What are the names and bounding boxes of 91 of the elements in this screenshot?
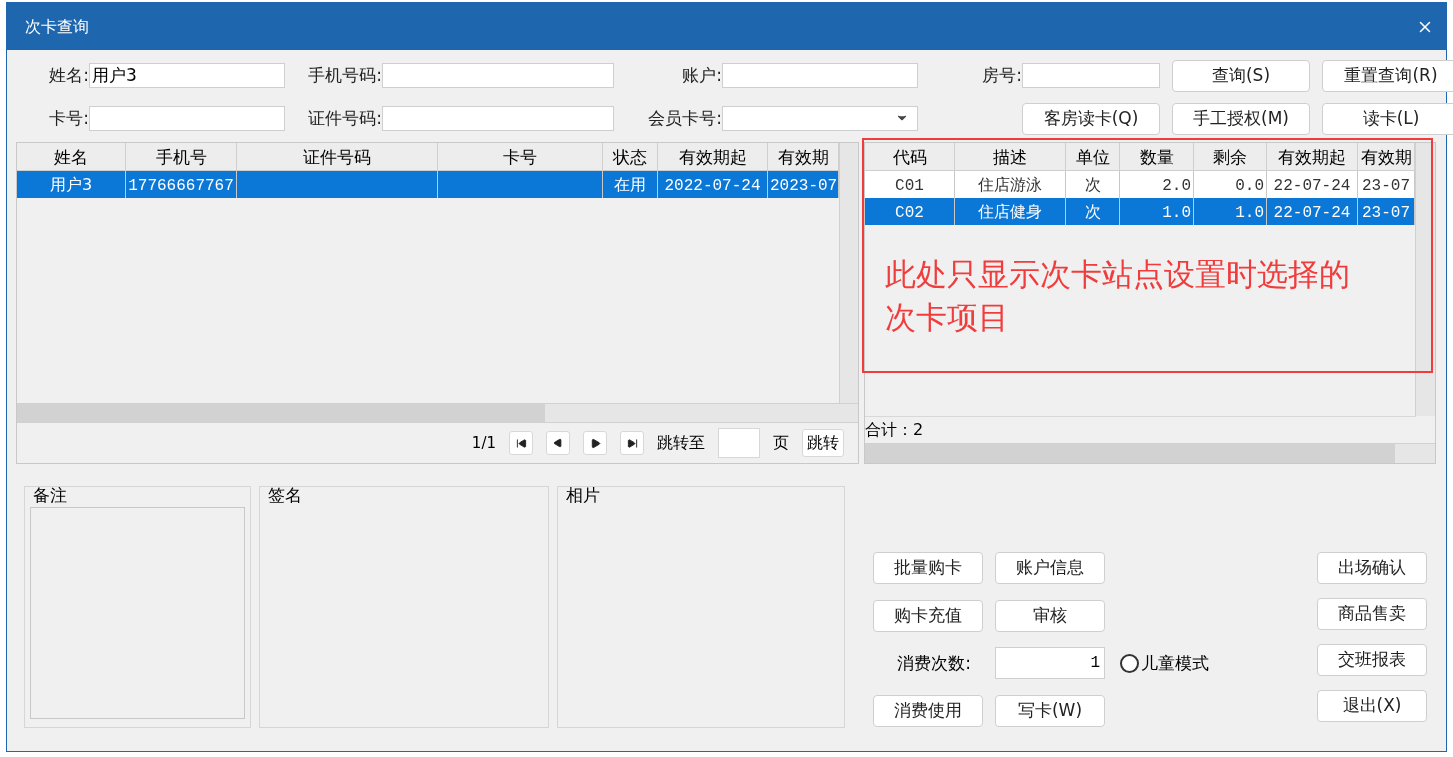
- first-page-button[interactable]: [509, 431, 533, 455]
- action-button[interactable]: 交班报表: [1317, 644, 1427, 676]
- action-button[interactable]: 审核: [995, 599, 1105, 632]
- window-title: 次卡查询: [25, 15, 89, 38]
- action-button[interactable]: 出场确认: [1317, 552, 1427, 584]
- table-row[interactable]: 用户3 17766667767 在用 2022-07-24 2023-07: [17, 171, 839, 198]
- text-field[interactable]: [89, 105, 285, 131]
- table-cell: 2023-07: [770, 177, 838, 195]
- group-title: 备注: [32, 485, 68, 505]
- column-header: 数量: [1120, 143, 1194, 170]
- table-cell: 次: [1084, 175, 1101, 194]
- remarks-field[interactable]: [30, 507, 245, 719]
- page-unit-label: 页: [773, 432, 789, 454]
- column-header: 有效期起: [658, 143, 768, 170]
- field-label: 房号:: [981, 64, 1022, 87]
- action-button[interactable]: 购卡充值: [873, 599, 983, 632]
- table-cell: 住店游泳: [978, 175, 1042, 194]
- annotation-text: 此处只显示次卡站点设置时选择的次卡项目: [885, 255, 1351, 337]
- field-label: 手机号码:: [307, 64, 382, 87]
- group-title: 签名: [267, 485, 303, 505]
- page-indicator: 1/1: [471, 432, 496, 454]
- text-field[interactable]: [1022, 63, 1160, 89]
- action-button[interactable]: 查询(S): [1172, 60, 1310, 92]
- page-number-field[interactable]: [718, 428, 760, 458]
- radio-button[interactable]: [1120, 654, 1139, 674]
- table-cell: 22-07-24: [1273, 177, 1351, 195]
- field-label: 姓名:: [48, 64, 89, 87]
- jump-label: 跳转至: [657, 432, 705, 454]
- action-button[interactable]: 写卡(W): [995, 694, 1105, 727]
- dropdown-field[interactable]: [722, 105, 918, 131]
- vertical-scrollbar[interactable]: [1415, 143, 1435, 416]
- column-header: 剩余: [1194, 143, 1267, 170]
- table-cell: 22-07-24: [1273, 204, 1351, 222]
- column-header: 代码: [865, 143, 955, 170]
- field-label: 会员卡号:: [647, 106, 722, 130]
- column-header: 卡号: [438, 143, 603, 170]
- table-cell: 23-07: [1362, 177, 1410, 195]
- vertical-scrollbar[interactable]: [839, 143, 858, 403]
- last-page-button[interactable]: [620, 431, 644, 455]
- table-cell: 2022-07-24: [664, 177, 761, 195]
- table-row[interactable]: C01 住店游泳 次 2.0 0.0 22-07-24 23-07: [865, 171, 1416, 198]
- action-button[interactable]: 手工授权(M): [1172, 103, 1310, 135]
- previous-page-icon: [553, 438, 563, 448]
- table-cell: 23-07: [1362, 204, 1410, 222]
- horizontal-scrollbar[interactable]: [17, 403, 858, 423]
- field-label: 证件号码:: [307, 106, 382, 130]
- table-cell: 0.0: [1235, 177, 1264, 195]
- column-header: 姓名: [17, 143, 126, 170]
- group-title: 相片: [565, 485, 601, 505]
- table-cell: 在用: [614, 175, 646, 194]
- column-header: 描述: [955, 143, 1066, 170]
- horizontal-scrollbar[interactable]: [865, 443, 1435, 463]
- text-field[interactable]: [382, 63, 614, 89]
- column-header: 手机号: [126, 143, 237, 170]
- action-button[interactable]: 账户信息: [995, 552, 1105, 584]
- next-page-icon: [589, 437, 601, 449]
- first-page-icon: [515, 437, 527, 449]
- action-button[interactable]: 退出(X): [1317, 690, 1427, 722]
- count-label: 消费次数:: [896, 652, 972, 675]
- action-button[interactable]: 消费使用: [873, 694, 983, 727]
- previous-page-button[interactable]: [546, 431, 570, 455]
- table-cell: 1.0: [1162, 204, 1191, 222]
- field-label: 卡号:: [48, 106, 89, 130]
- total-count: 合计：2: [865, 419, 924, 441]
- text-field[interactable]: 用户3: [89, 63, 285, 89]
- radio-label: 儿童模式: [1141, 652, 1209, 675]
- next-page-button[interactable]: [583, 431, 607, 455]
- action-button[interactable]: 批量购卡: [873, 552, 983, 584]
- action-button[interactable]: 重置查询(R): [1322, 60, 1453, 92]
- table-cell: 1.0: [1235, 204, 1264, 222]
- table-cell: 次: [1084, 202, 1101, 221]
- table-cell: C02: [895, 204, 924, 222]
- table-row[interactable]: C02 住店健身 次 1.0 1.0 22-07-24 23-07: [865, 198, 1416, 225]
- field-label: 账户:: [681, 64, 722, 87]
- column-header: 证件号码: [237, 143, 438, 170]
- table-cell: 用户3: [49, 175, 93, 194]
- column-header: 状态: [603, 143, 658, 170]
- action-button[interactable]: 商品售卖: [1317, 598, 1427, 630]
- text-field[interactable]: [382, 105, 614, 131]
- text-field[interactable]: [722, 63, 918, 89]
- last-page-icon: [626, 437, 638, 449]
- jump-button[interactable]: 跳转: [802, 429, 844, 457]
- column-header: 有效期起: [1267, 143, 1358, 170]
- count-field[interactable]: 1: [995, 647, 1105, 679]
- table-cell: 17766667767: [128, 177, 234, 195]
- action-button[interactable]: 读卡(L): [1322, 103, 1453, 135]
- action-button[interactable]: 客房读卡(Q): [1022, 103, 1160, 135]
- column-header: 单位: [1066, 143, 1120, 170]
- table-cell: C01: [895, 177, 924, 195]
- table-cell: 住店健身: [978, 202, 1042, 221]
- table-cell: 2.0: [1162, 177, 1191, 195]
